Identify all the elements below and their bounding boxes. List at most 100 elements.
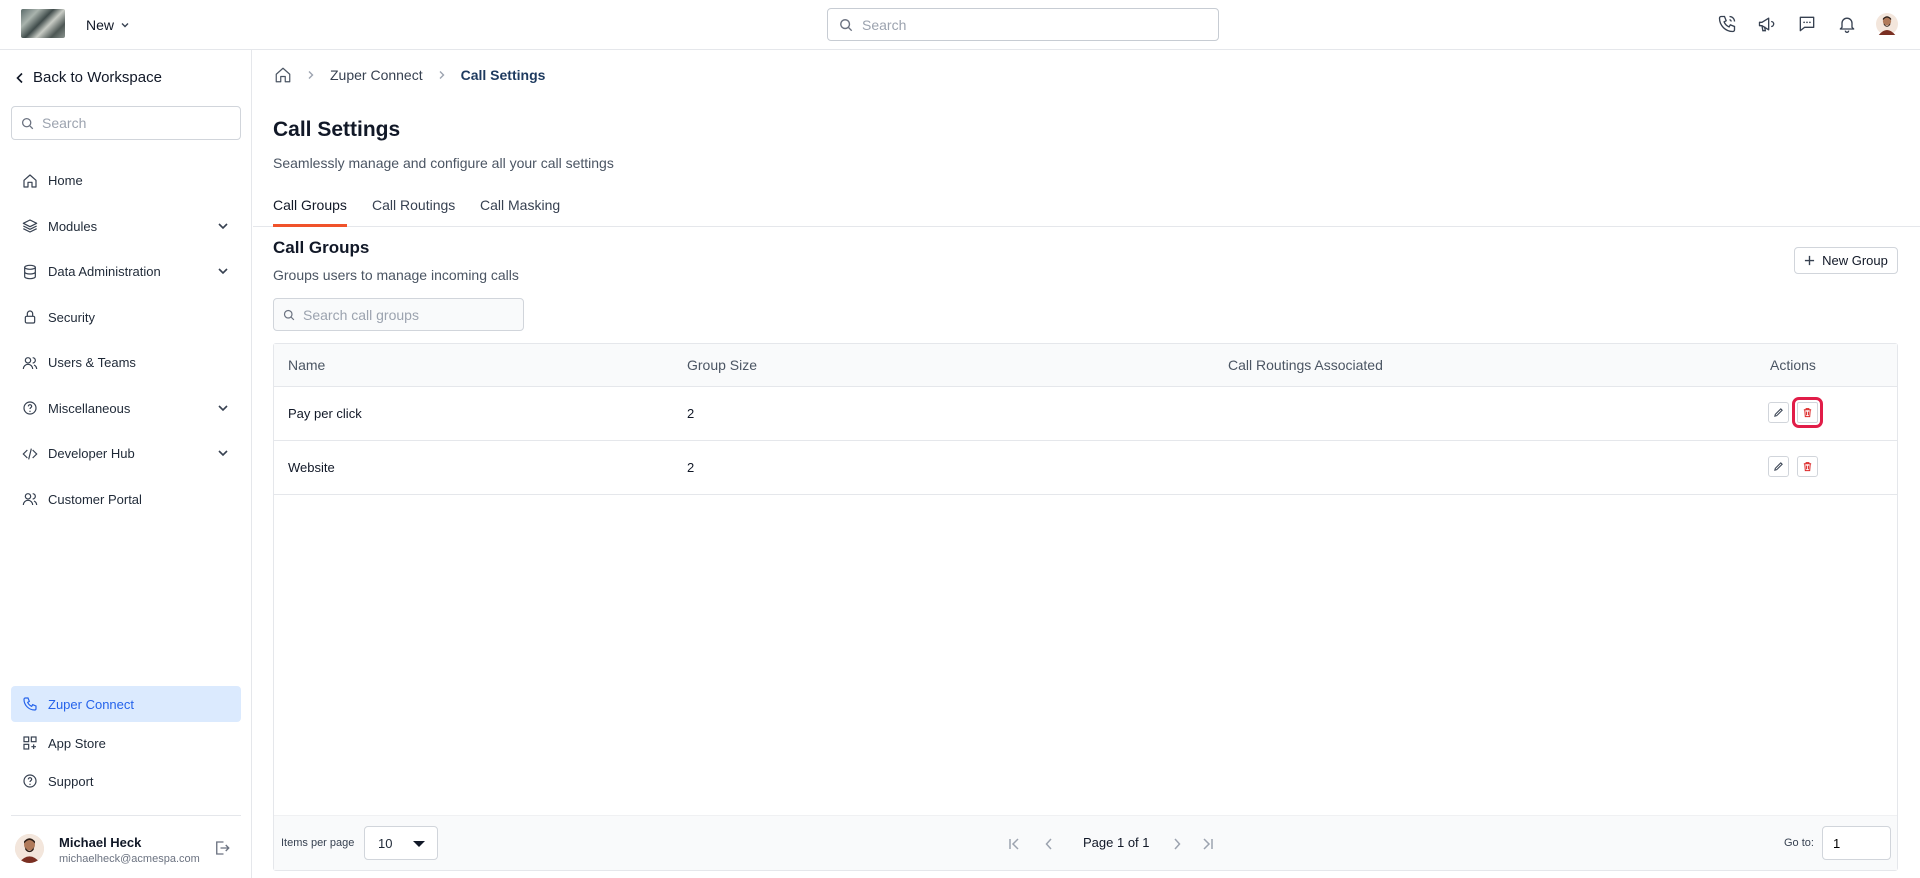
chevron-right-icon bbox=[1174, 838, 1181, 850]
sidebar-item-label: Users & Teams bbox=[48, 355, 136, 371]
items-per-page-value: 10 bbox=[378, 835, 393, 851]
sidebar-item-zuper-connect[interactable]: Zuper Connect bbox=[11, 686, 241, 722]
delete-button[interactable] bbox=[1797, 456, 1818, 477]
sidebar-item-label: Support bbox=[48, 773, 94, 789]
tab-call-groups[interactable]: Call Groups bbox=[273, 197, 347, 227]
next-page-button[interactable] bbox=[1167, 834, 1187, 854]
sidebar-item-modules[interactable]: Modules bbox=[11, 204, 241, 250]
help-circle-icon bbox=[23, 774, 37, 788]
back-to-workspace-link[interactable]: Back to Workspace bbox=[15, 69, 162, 86]
sidebar-nav: Home Modules Data Administration Securit… bbox=[11, 158, 241, 522]
section-subtitle: Groups users to manage incoming calls bbox=[273, 267, 519, 283]
sidebar-item-support[interactable]: Support bbox=[11, 762, 241, 800]
pagination: Items per page 10 Page 1 of 1 Go to: bbox=[274, 815, 1897, 870]
pencil-icon bbox=[1774, 462, 1783, 471]
breadcrumb-item-zuper-connect[interactable]: Zuper Connect bbox=[330, 67, 423, 83]
sidebar-item-home[interactable]: Home bbox=[11, 158, 241, 204]
chevron-left-icon bbox=[1045, 838, 1052, 850]
search-icon bbox=[840, 18, 853, 31]
grid-icon bbox=[23, 736, 37, 750]
company-logo[interactable] bbox=[21, 9, 65, 38]
user-name: Michael Heck bbox=[59, 835, 142, 850]
breadcrumb-item-call-settings: Call Settings bbox=[460, 67, 546, 83]
phone-icon[interactable] bbox=[1716, 13, 1738, 35]
home-icon bbox=[23, 174, 37, 188]
back-label: Back to Workspace bbox=[33, 69, 162, 86]
column-header-group-size: Group Size bbox=[687, 357, 758, 373]
new-label: New bbox=[86, 17, 115, 33]
search-icon bbox=[283, 309, 295, 320]
trash-icon bbox=[1803, 408, 1812, 418]
user-avatar[interactable] bbox=[1876, 13, 1898, 35]
tab-call-routings[interactable]: Call Routings bbox=[372, 197, 455, 227]
goto-page-input[interactable] bbox=[1822, 826, 1891, 860]
sidebar-item-miscellaneous[interactable]: Miscellaneous bbox=[11, 386, 241, 432]
help-circle-icon bbox=[23, 401, 37, 415]
chevron-down-icon bbox=[218, 222, 228, 229]
sidebar-item-customer-portal[interactable]: Customer Portal bbox=[11, 477, 241, 523]
table-header: Name Group Size Call Routings Associated… bbox=[274, 344, 1897, 387]
sidebar-item-developer-hub[interactable]: Developer Hub bbox=[11, 431, 241, 477]
sidebar-divider bbox=[11, 815, 241, 816]
table-row: Pay per click 2 bbox=[274, 387, 1897, 441]
sidebar-item-app-store[interactable]: App Store bbox=[11, 724, 241, 762]
last-page-icon bbox=[1203, 838, 1213, 850]
sidebar-item-label: Customer Portal bbox=[48, 491, 142, 507]
sidebar-bottom-nav: Zuper Connect App Store Support bbox=[11, 686, 241, 800]
megaphone-icon[interactable] bbox=[1756, 13, 1778, 35]
table-row: Website 2 bbox=[274, 441, 1897, 495]
delete-button[interactable] bbox=[1792, 397, 1823, 428]
tab-call-masking[interactable]: Call Masking bbox=[480, 197, 560, 227]
edit-button[interactable] bbox=[1768, 456, 1789, 477]
user-profile: Michael Heck michaelheck@acmespa.com bbox=[15, 830, 240, 870]
tabs: Call Groups Call Routings Call Masking bbox=[253, 190, 1920, 227]
column-header-name: Name bbox=[288, 357, 326, 373]
caret-down-icon bbox=[413, 841, 425, 847]
goto-label: Go to: bbox=[1784, 837, 1814, 849]
items-per-page-select[interactable]: 10 bbox=[364, 826, 438, 860]
page-subtitle: Seamlessly manage and configure all your… bbox=[273, 155, 614, 171]
call-group-search bbox=[273, 298, 524, 331]
new-group-label: New Group bbox=[1822, 253, 1888, 268]
logout-icon[interactable] bbox=[213, 839, 231, 857]
new-menu-button[interactable]: New bbox=[86, 15, 130, 35]
sidebar-search-input[interactable] bbox=[42, 115, 232, 131]
sidebar-item-users-teams[interactable]: Users & Teams bbox=[11, 340, 241, 386]
user-email: michaelheck@acmespa.com bbox=[59, 853, 200, 865]
call-group-search-input[interactable] bbox=[303, 306, 513, 323]
chevron-down-icon bbox=[218, 404, 228, 411]
database-icon bbox=[24, 264, 36, 280]
call-groups-table: Name Group Size Call Routings Associated… bbox=[273, 343, 1898, 871]
last-page-button[interactable] bbox=[1196, 834, 1216, 854]
new-group-button[interactable]: New Group bbox=[1794, 247, 1898, 274]
top-bar: New bbox=[0, 0, 1920, 50]
previous-page-button[interactable] bbox=[1039, 834, 1059, 854]
items-per-page-label: Items per page bbox=[281, 837, 355, 849]
sidebar-item-security[interactable]: Security bbox=[11, 295, 241, 341]
breadcrumb: Zuper Connect Call Settings bbox=[274, 66, 545, 84]
chevron-right-icon bbox=[439, 71, 445, 79]
code-icon bbox=[22, 448, 38, 460]
chevron-down-icon bbox=[121, 23, 129, 28]
chevron-down-icon bbox=[218, 268, 228, 275]
edit-button[interactable] bbox=[1768, 402, 1789, 423]
avatar[interactable] bbox=[15, 834, 44, 863]
home-icon[interactable] bbox=[274, 66, 292, 84]
phone-icon bbox=[23, 697, 37, 711]
sidebar-item-label: Data Administration bbox=[48, 264, 161, 280]
bell-icon[interactable] bbox=[1836, 13, 1858, 35]
sidebar-item-label: Developer Hub bbox=[48, 446, 135, 462]
sidebar-item-data-administration[interactable]: Data Administration bbox=[11, 249, 241, 295]
sidebar-item-label: Zuper Connect bbox=[48, 696, 134, 712]
chat-icon[interactable] bbox=[1796, 13, 1818, 35]
page-info: Page 1 of 1 bbox=[1083, 835, 1150, 850]
sidebar-search bbox=[11, 106, 241, 140]
users-icon bbox=[22, 493, 38, 506]
top-actions bbox=[1716, 13, 1898, 35]
sidebar-item-label: Home bbox=[48, 173, 83, 189]
chevron-right-icon bbox=[308, 71, 314, 79]
sidebar-item-label: Modules bbox=[48, 218, 98, 234]
lock-icon bbox=[24, 310, 36, 324]
first-page-button[interactable] bbox=[1006, 834, 1026, 854]
global-search-input[interactable] bbox=[862, 16, 1192, 33]
